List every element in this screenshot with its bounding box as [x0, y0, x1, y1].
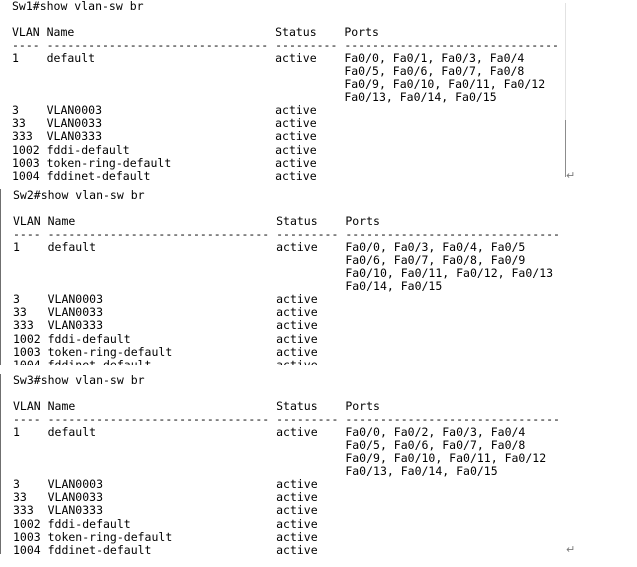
return-mark-1: ↵	[566, 169, 576, 182]
terminal-block-sw1: Sw1#show vlan-sw br VLAN Name Status Por…	[0, 0, 637, 180]
terminal-block-sw1-inner: Sw1#show vlan-sw br VLAN Name Status Por…	[0, 0, 637, 180]
return-mark-2: ↵	[566, 543, 576, 556]
terminal-output-sw1: Sw1#show vlan-sw br VLAN Name Status Por…	[12, 0, 559, 180]
terminal-block-sw3: Sw3#show vlan-sw br VLAN Name Status Por…	[0, 374, 637, 554]
terminal-block-sw3-inner: Sw3#show vlan-sw br VLAN Name Status Por…	[1, 374, 637, 554]
terminal-output-sw2: Sw2#show vlan-sw br VLAN Name Status Por…	[13, 189, 560, 365]
page-edge-rule-upper	[565, 3, 566, 120]
document-page: Sw1#show vlan-sw br VLAN Name Status Por…	[0, 0, 637, 567]
terminal-block-sw2: Sw2#show vlan-sw br VLAN Name Status Por…	[0, 189, 637, 365]
terminal-block-sw2-inner: Sw2#show vlan-sw br VLAN Name Status Por…	[1, 189, 637, 365]
terminal-output-sw3: Sw3#show vlan-sw br VLAN Name Status Por…	[13, 374, 560, 554]
